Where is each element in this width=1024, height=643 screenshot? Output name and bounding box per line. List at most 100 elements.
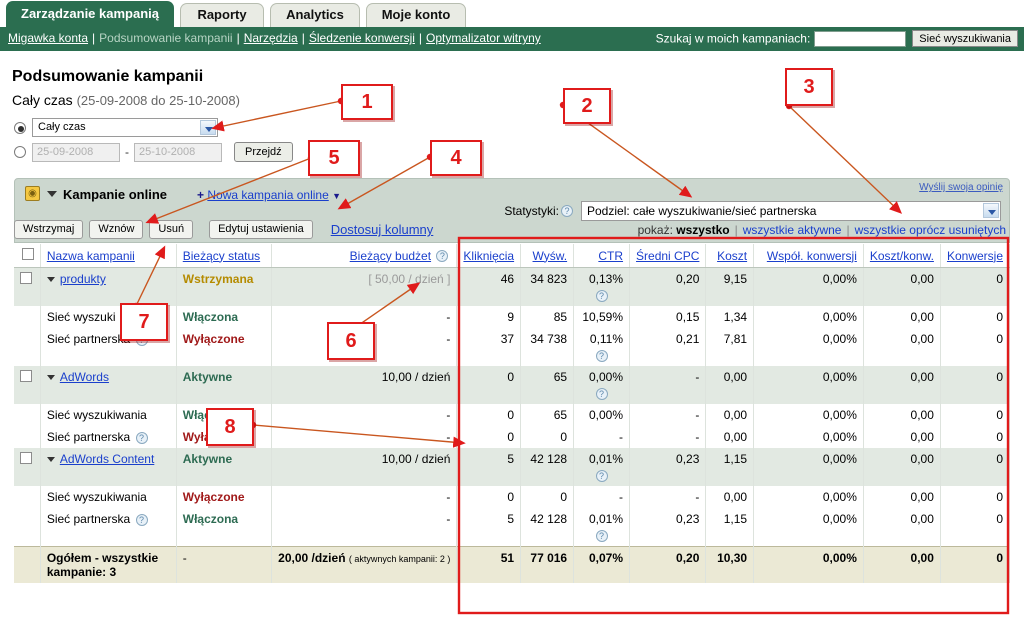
help-icon[interactable]: ? xyxy=(595,469,608,482)
help-icon[interactable]: ? xyxy=(135,513,148,526)
conv-rate-cell: 0,00% xyxy=(753,508,864,547)
campaign-name-link[interactable]: AdWords xyxy=(60,370,109,384)
nav-link-conversion-tracking[interactable]: Śledzenie konwersji xyxy=(309,31,415,45)
nav-strip: Migawka konta | Podsumowanie kampanii | Narz… xyxy=(0,27,1024,51)
col-conv-rate[interactable]: Współ. konwersji xyxy=(753,244,864,268)
network-subrow: Sieć wyszukiwania Włączona -0 65 0,00% -0,00 0… xyxy=(14,404,1011,426)
col-current-budget[interactable]: Bieżący budżet ? xyxy=(271,244,458,268)
help-icon[interactable]: ? xyxy=(595,387,608,400)
clicks-cell: 5 xyxy=(456,508,522,547)
expand-triangle-icon[interactable] xyxy=(46,277,55,283)
nav-separator-1: | xyxy=(92,31,96,45)
impressions-cell: 65 xyxy=(520,366,575,404)
row-checkbox[interactable] xyxy=(20,452,32,464)
avg-cpc-cell: 0,15 xyxy=(629,306,707,328)
tab-my-account[interactable]: Moje konto xyxy=(366,3,466,27)
help-icon[interactable]: ? xyxy=(595,289,608,302)
show-option-all[interactable]: wszystko xyxy=(676,223,729,237)
nav-link-campaign-summary[interactable]: Podsumowanie kampanii xyxy=(99,31,232,45)
go-button[interactable]: Przejdź xyxy=(234,142,293,162)
clicks-cell: 0 xyxy=(456,404,522,426)
clicks-cell: 9 xyxy=(456,306,522,328)
expand-triangle-icon[interactable] xyxy=(46,375,55,381)
tab-campaign-management[interactable]: Zarządzanie kampanią xyxy=(6,1,174,27)
conv-rate-cell: 0,00% xyxy=(753,426,864,448)
radio-preset-range[interactable] xyxy=(14,121,26,134)
date-from-input[interactable]: 25-09-2008 xyxy=(32,142,120,162)
pause-button[interactable]: Wstrzymaj xyxy=(14,220,84,239)
chevron-down-icon[interactable] xyxy=(200,120,216,135)
cost-per-conv-cell: 0,00 xyxy=(863,426,941,448)
total-conv-rate-cell: 0,00% xyxy=(753,546,864,583)
col-cost-per-conv[interactable]: Koszt/konw. xyxy=(863,244,941,268)
col-current-budget-label: Bieżący budżet xyxy=(349,248,432,263)
avg-cpc-cell: 0,23 xyxy=(629,508,707,547)
show-option-all-except-deleted[interactable]: wszystkie oprócz usuniętych xyxy=(855,223,1006,237)
statistics-select[interactable]: Podziel: całe wyszukiwanie/sieć partners… xyxy=(581,201,1001,221)
campaign-name-cell: AdWords Content xyxy=(40,448,177,486)
status-badge: Włączona xyxy=(182,512,239,526)
resume-button[interactable]: Wznów xyxy=(89,220,144,239)
date-preset-select[interactable]: Cały czas xyxy=(32,118,218,137)
nav-link-tools[interactable]: Narzędzia xyxy=(244,31,298,45)
search-network-button[interactable]: Sieć wyszukiwania xyxy=(912,30,1018,47)
date-to-input[interactable]: 25-10-2008 xyxy=(134,142,222,162)
annotation-callout-3: 3 xyxy=(785,68,833,106)
impressions-cell: 0 xyxy=(520,426,575,448)
help-icon[interactable]: ? xyxy=(135,333,148,346)
total-impressions-cell: 77 016 xyxy=(520,546,575,583)
col-avg-cpc[interactable]: Średni CPC xyxy=(629,244,707,268)
select-all-checkbox[interactable] xyxy=(21,248,34,260)
nav-link-account-snapshot[interactable]: Migawka konta xyxy=(8,31,88,45)
col-cost[interactable]: Koszt xyxy=(705,244,755,268)
col-campaign-name-label: Nazwa kampanii xyxy=(46,248,135,263)
annotation-callout-5: 5 xyxy=(308,140,360,176)
show-option-all-active[interactable]: wszystkie aktywne xyxy=(743,223,842,237)
col-impressions[interactable]: Wyśw. xyxy=(520,244,575,268)
ctr-cell: 0,01%? xyxy=(573,448,631,486)
campaign-name-link[interactable]: produkty xyxy=(60,272,106,286)
col-clicks[interactable]: Kliknięcia xyxy=(456,244,522,268)
delete-button[interactable]: Usuń xyxy=(149,220,194,239)
nav-link-website-optimizer[interactable]: Optymalizator witryny xyxy=(426,31,541,45)
show-filter-area: pokaż: wszystko | wszystkie aktywne | wszyst… xyxy=(638,223,1006,237)
cost-cell: 0,00 xyxy=(705,366,755,404)
ctr-cell: - xyxy=(573,426,631,448)
search-input[interactable] xyxy=(814,30,907,47)
campaign-name-link[interactable]: AdWords Content xyxy=(60,452,155,466)
ctr-cell: - xyxy=(573,486,631,508)
col-conversions[interactable]: Konwersje xyxy=(940,244,1011,268)
help-icon[interactable]: ? xyxy=(436,250,449,263)
send-feedback-link[interactable]: Wyślij swoja opinię xyxy=(919,182,1003,193)
edit-settings-button[interactable]: Edytuj ustawienia xyxy=(209,220,313,239)
new-campaign-link[interactable]: Nowa kampania online xyxy=(207,188,328,202)
col-ctr[interactable]: CTR xyxy=(573,244,631,268)
customize-columns-link[interactable]: Dostosuj kolumny xyxy=(331,222,434,237)
tab-reports[interactable]: Raporty xyxy=(180,3,264,27)
row-select-cell xyxy=(14,426,41,448)
help-icon[interactable]: ? xyxy=(595,529,608,542)
campaign-folder-icon: ◉ xyxy=(25,186,40,201)
expand-triangle-icon[interactable] xyxy=(46,457,55,463)
network-subrow: Sieć wyszuki Włączona -9 85 10,59% 0,15 1,34 0,… xyxy=(14,306,1011,328)
ctr-cell: 0,11%? xyxy=(573,328,631,366)
chevron-down-icon[interactable] xyxy=(47,191,57,197)
table-body: produkty Wstrzymana[ 50,00 / dzień ] 46 34 … xyxy=(14,267,1011,583)
row-checkbox[interactable] xyxy=(20,370,32,382)
date-scope-label: Cały czas xyxy=(12,92,73,108)
chevron-down-icon[interactable] xyxy=(983,203,999,218)
status-cell: Włączona xyxy=(176,306,273,328)
col-current-status[interactable]: Bieżący status xyxy=(176,244,273,268)
status-cell: Aktywne xyxy=(176,448,273,486)
col-campaign-name[interactable]: Nazwa kampanii xyxy=(40,244,177,268)
help-icon[interactable]: ? xyxy=(595,349,608,362)
col-avg-cpc-label: Średni CPC xyxy=(636,248,700,263)
status-badge: Wyłączone xyxy=(182,430,245,444)
row-checkbox[interactable] xyxy=(20,272,32,284)
avg-cpc-cell: 0,20 xyxy=(629,267,707,306)
tab-analytics[interactable]: Analytics xyxy=(270,3,360,27)
help-icon[interactable]: ? xyxy=(561,205,573,217)
help-icon[interactable]: ? xyxy=(135,431,148,444)
chevron-down-icon[interactable]: ▼ xyxy=(332,191,341,201)
radio-custom-range[interactable] xyxy=(14,146,26,158)
